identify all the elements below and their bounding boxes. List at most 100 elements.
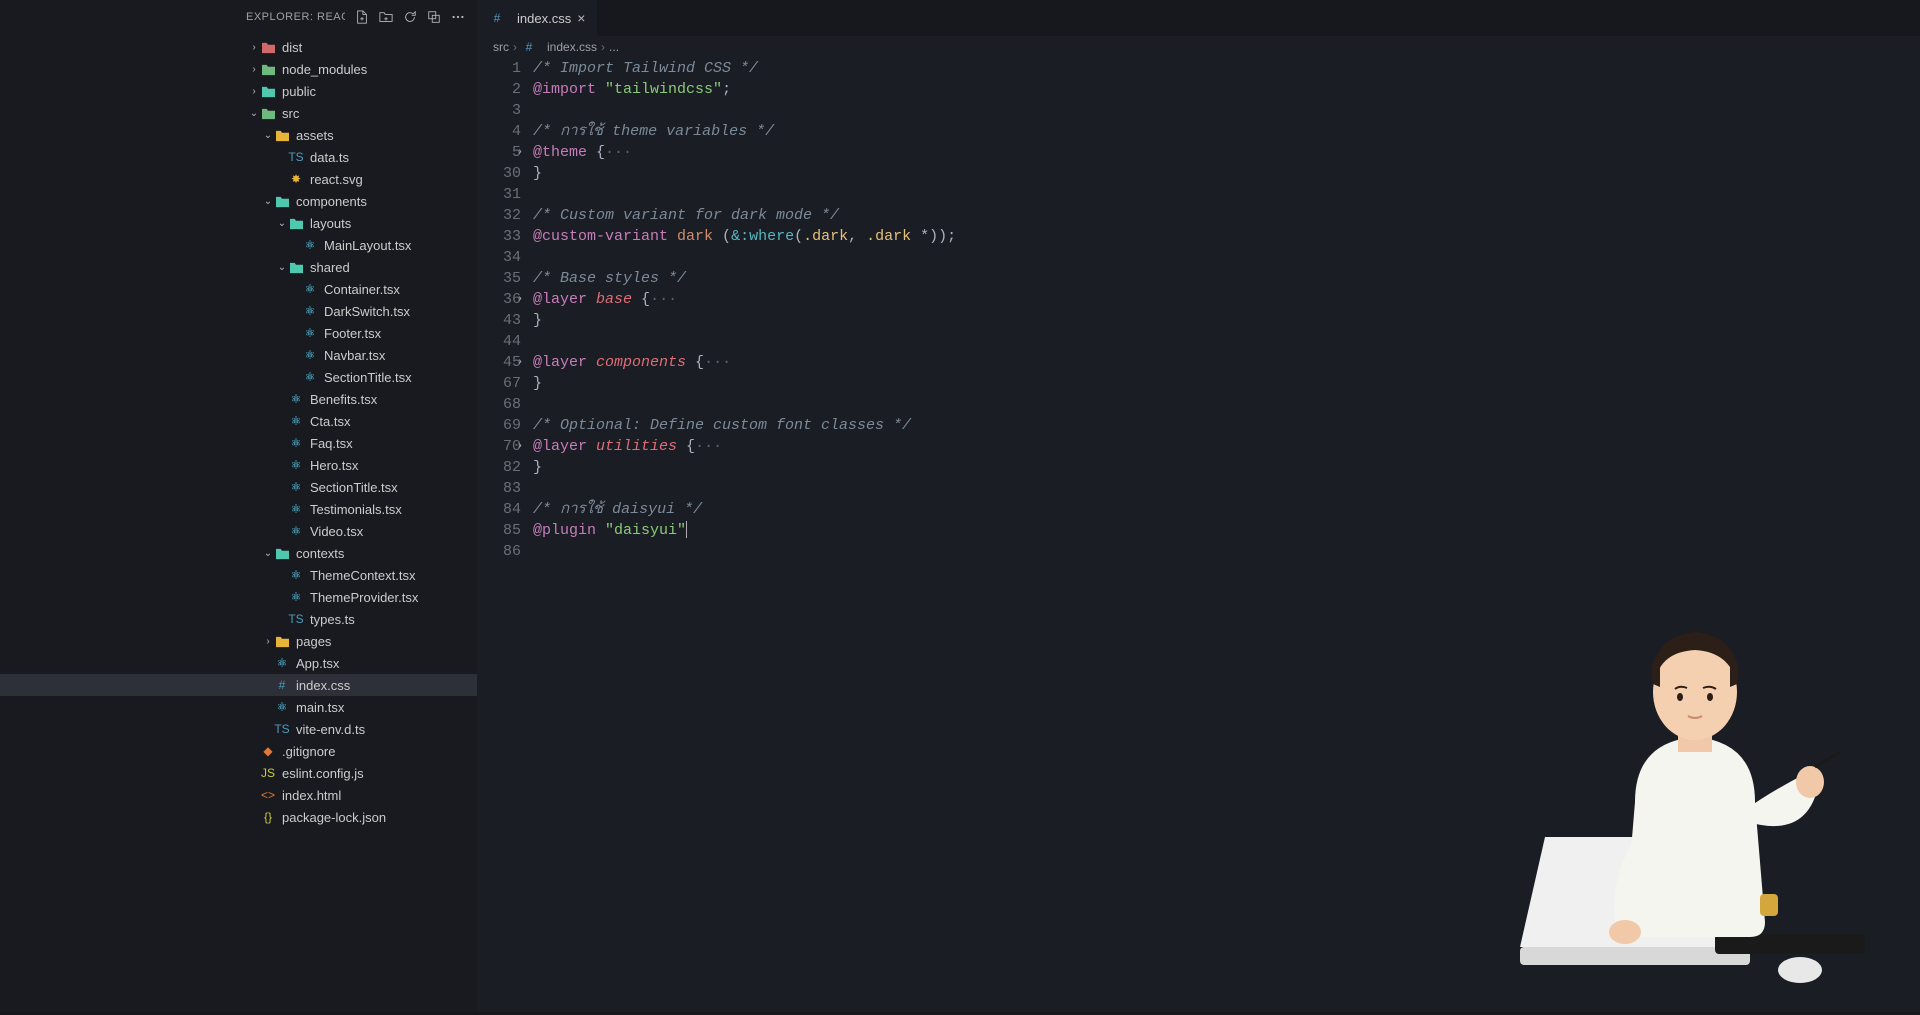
- fold-icon[interactable]: ›: [517, 142, 523, 163]
- tree-folder[interactable]: ›node_modules: [0, 58, 477, 80]
- refresh-icon[interactable]: [399, 6, 421, 28]
- file-tree[interactable]: ›dist›node_modules›public⌄src⌄assetsTSda…: [0, 34, 477, 1012]
- chevron-right-icon[interactable]: ›: [248, 64, 260, 75]
- chevron-right-icon[interactable]: ›: [262, 636, 274, 647]
- code-content[interactable]: /* Import Tailwind CSS */@import "tailwi…: [533, 58, 1920, 1012]
- new-folder-icon[interactable]: [375, 6, 397, 28]
- code-line[interactable]: }: [533, 163, 1920, 184]
- code-line[interactable]: [533, 247, 1920, 268]
- code-line[interactable]: /* การใช้ daisyui */: [533, 499, 1920, 520]
- tree-item-label: SectionTitle.tsx: [310, 480, 398, 495]
- token-punct: [587, 438, 596, 455]
- code-line[interactable]: [533, 541, 1920, 562]
- chevron-down-icon[interactable]: ⌄: [262, 130, 274, 141]
- code-line[interactable]: @layer components {···: [533, 352, 1920, 373]
- tree-file[interactable]: JSeslint.config.js: [0, 762, 477, 784]
- tree-file[interactable]: ⚛ThemeContext.tsx: [0, 564, 477, 586]
- code-line[interactable]: /* Custom variant for dark mode */: [533, 205, 1920, 226]
- tree-folder[interactable]: ⌄assets: [0, 124, 477, 146]
- tree-file[interactable]: ⚛DarkSwitch.tsx: [0, 300, 477, 322]
- tab-index-css[interactable]: # index.css ×: [477, 0, 598, 36]
- tree-file[interactable]: ◆.gitignore: [0, 740, 477, 762]
- code-line[interactable]: }: [533, 457, 1920, 478]
- tree-file[interactable]: ✸react.svg: [0, 168, 477, 190]
- tree-file[interactable]: ⚛Benefits.tsx: [0, 388, 477, 410]
- tree-file[interactable]: ⚛Faq.tsx: [0, 432, 477, 454]
- code-line[interactable]: /* Optional: Define custom font classes …: [533, 415, 1920, 436]
- code-line[interactable]: @plugin "daisyui": [533, 520, 1920, 541]
- more-icon[interactable]: [447, 6, 469, 28]
- tree-file[interactable]: ⚛SectionTitle.tsx: [0, 476, 477, 498]
- code-line[interactable]: [533, 478, 1920, 499]
- code-line[interactable]: @layer utilities {···: [533, 436, 1920, 457]
- tree-file[interactable]: TSdata.ts: [0, 146, 477, 168]
- chevron-down-icon[interactable]: ⌄: [262, 196, 274, 207]
- code-line[interactable]: [533, 331, 1920, 352]
- tree-folder[interactable]: ⌄components: [0, 190, 477, 212]
- chevron-down-icon[interactable]: ⌄: [276, 262, 288, 273]
- line-number: 2: [477, 79, 521, 100]
- chevron-right-icon[interactable]: ›: [248, 42, 260, 53]
- tree-file[interactable]: {}package-lock.json: [0, 806, 477, 828]
- tree-file[interactable]: ⚛MainLayout.tsx: [0, 234, 477, 256]
- collapse-all-icon[interactable]: [423, 6, 445, 28]
- tree-folder[interactable]: ›public: [0, 80, 477, 102]
- fold-icon[interactable]: ›: [517, 436, 523, 457]
- tree-item-label: types.ts: [310, 612, 355, 627]
- line-number: 82: [477, 457, 521, 478]
- tree-file[interactable]: <>index.html: [0, 784, 477, 806]
- tree-file[interactable]: ⚛Cta.tsx: [0, 410, 477, 432]
- tree-file[interactable]: ⚛Hero.tsx: [0, 454, 477, 476]
- token-atrule: @theme: [533, 144, 587, 161]
- code-line[interactable]: /* Import Tailwind CSS */: [533, 58, 1920, 79]
- tree-folder[interactable]: ⌄contexts: [0, 542, 477, 564]
- line-number: 31: [477, 184, 521, 205]
- tree-file[interactable]: ⚛Container.tsx: [0, 278, 477, 300]
- tree-file[interactable]: ⚛main.tsx: [0, 696, 477, 718]
- tree-folder[interactable]: ›pages: [0, 630, 477, 652]
- fold-icon[interactable]: ›: [517, 289, 523, 310]
- tree-file[interactable]: ⚛Video.tsx: [0, 520, 477, 542]
- code-line[interactable]: [533, 100, 1920, 121]
- code-line[interactable]: [533, 394, 1920, 415]
- token-punct: (: [722, 228, 731, 245]
- tree-file[interactable]: ⚛Testimonials.tsx: [0, 498, 477, 520]
- tree-file[interactable]: ⚛Footer.tsx: [0, 322, 477, 344]
- tree-folder[interactable]: ⌄src: [0, 102, 477, 124]
- chevron-right-icon[interactable]: ›: [248, 86, 260, 97]
- fold-icon[interactable]: ›: [517, 352, 523, 373]
- tree-file[interactable]: ⚛ThemeProvider.tsx: [0, 586, 477, 608]
- breadcrumb-part[interactable]: src: [493, 40, 509, 54]
- chevron-down-icon[interactable]: ⌄: [276, 218, 288, 229]
- breadcrumb-part[interactable]: index.css: [547, 40, 597, 54]
- breadcrumb[interactable]: src › # index.css › ...: [477, 36, 1920, 58]
- token-punct: [596, 81, 605, 98]
- tree-file[interactable]: ⚛SectionTitle.tsx: [0, 366, 477, 388]
- code-line[interactable]: @import "tailwindcss";: [533, 79, 1920, 100]
- code-line[interactable]: /* Base styles */: [533, 268, 1920, 289]
- code-line[interactable]: }: [533, 373, 1920, 394]
- code-line[interactable]: [533, 184, 1920, 205]
- new-file-icon[interactable]: [351, 6, 373, 28]
- code-line[interactable]: @layer base {···: [533, 289, 1920, 310]
- breadcrumb-part[interactable]: ...: [609, 40, 619, 54]
- tree-folder[interactable]: ⌄layouts: [0, 212, 477, 234]
- close-icon[interactable]: ×: [577, 10, 585, 26]
- code-line[interactable]: @theme {···: [533, 142, 1920, 163]
- code-line[interactable]: }: [533, 310, 1920, 331]
- tree-folder[interactable]: ⌄shared: [0, 256, 477, 278]
- token-punct: }: [533, 165, 542, 182]
- tree-file[interactable]: ⚛App.tsx: [0, 652, 477, 674]
- chevron-down-icon[interactable]: ⌄: [262, 548, 274, 559]
- tree-file[interactable]: #index.css: [0, 674, 477, 696]
- ts-icon: TS: [274, 721, 290, 737]
- code-editor[interactable]: 12345›30313233343536›434445›67686970›828…: [477, 58, 1920, 1012]
- code-line[interactable]: @custom-variant dark (&:where(.dark, .da…: [533, 226, 1920, 247]
- chevron-down-icon[interactable]: ⌄: [248, 108, 260, 119]
- react-icon: ⚛: [302, 369, 318, 385]
- code-line[interactable]: /* การใช้ theme variables */: [533, 121, 1920, 142]
- tree-folder[interactable]: ›dist: [0, 36, 477, 58]
- tree-file[interactable]: TSvite-env.d.ts: [0, 718, 477, 740]
- tree-file[interactable]: TStypes.ts: [0, 608, 477, 630]
- tree-file[interactable]: ⚛Navbar.tsx: [0, 344, 477, 366]
